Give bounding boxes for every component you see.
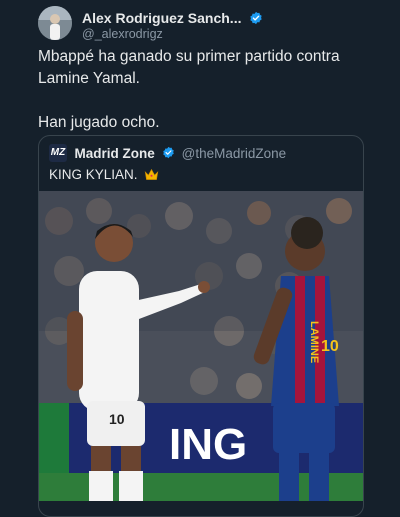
- tweet-text-line: Han jugado ocho.: [38, 114, 160, 131]
- right-player-number: 10: [321, 338, 339, 355]
- author-name[interactable]: Alex Rodriguez Sanch...: [82, 10, 241, 26]
- quoted-author-name[interactable]: Madrid Zone: [74, 146, 154, 161]
- right-player-name: LAMINE: [308, 321, 320, 363]
- tweet-text-line: Mbappé ha ganado su primer partido contr…: [38, 48, 340, 87]
- quoted-text-body: KING KYLIAN.: [49, 167, 138, 182]
- quoted-tweet-text: KING KYLIAN.: [49, 167, 159, 184]
- crown-emoji-icon: [144, 168, 159, 184]
- tweet-text: Mbappé ha ganado su primer partido contr…: [38, 46, 368, 134]
- quoted-tweet-header: MZ Madrid Zone @theMadridZone: [49, 144, 286, 164]
- quoted-author-handle[interactable]: @theMadridZone: [182, 146, 287, 161]
- advertising-board-text: ING: [169, 420, 247, 469]
- left-player-number: 10: [109, 411, 125, 427]
- quoted-photo[interactable]: ING 10 LAMINE 10: [39, 191, 363, 501]
- avatar[interactable]: [38, 6, 72, 40]
- verified-badge-icon: [249, 11, 263, 30]
- quoted-tweet[interactable]: MZ Madrid Zone @theMadridZone KING KYLIA…: [38, 135, 364, 517]
- verified-badge-icon: [162, 146, 175, 164]
- tweet-header: Alex Rodriguez Sanch... @_alexrodrigz: [38, 6, 378, 42]
- tweet: Alex Rodriguez Sanch... @_alexrodrigz Mb…: [0, 0, 400, 517]
- madrid-zone-logo: MZ: [49, 144, 67, 162]
- author-handle[interactable]: @_alexrodrigz: [82, 27, 163, 41]
